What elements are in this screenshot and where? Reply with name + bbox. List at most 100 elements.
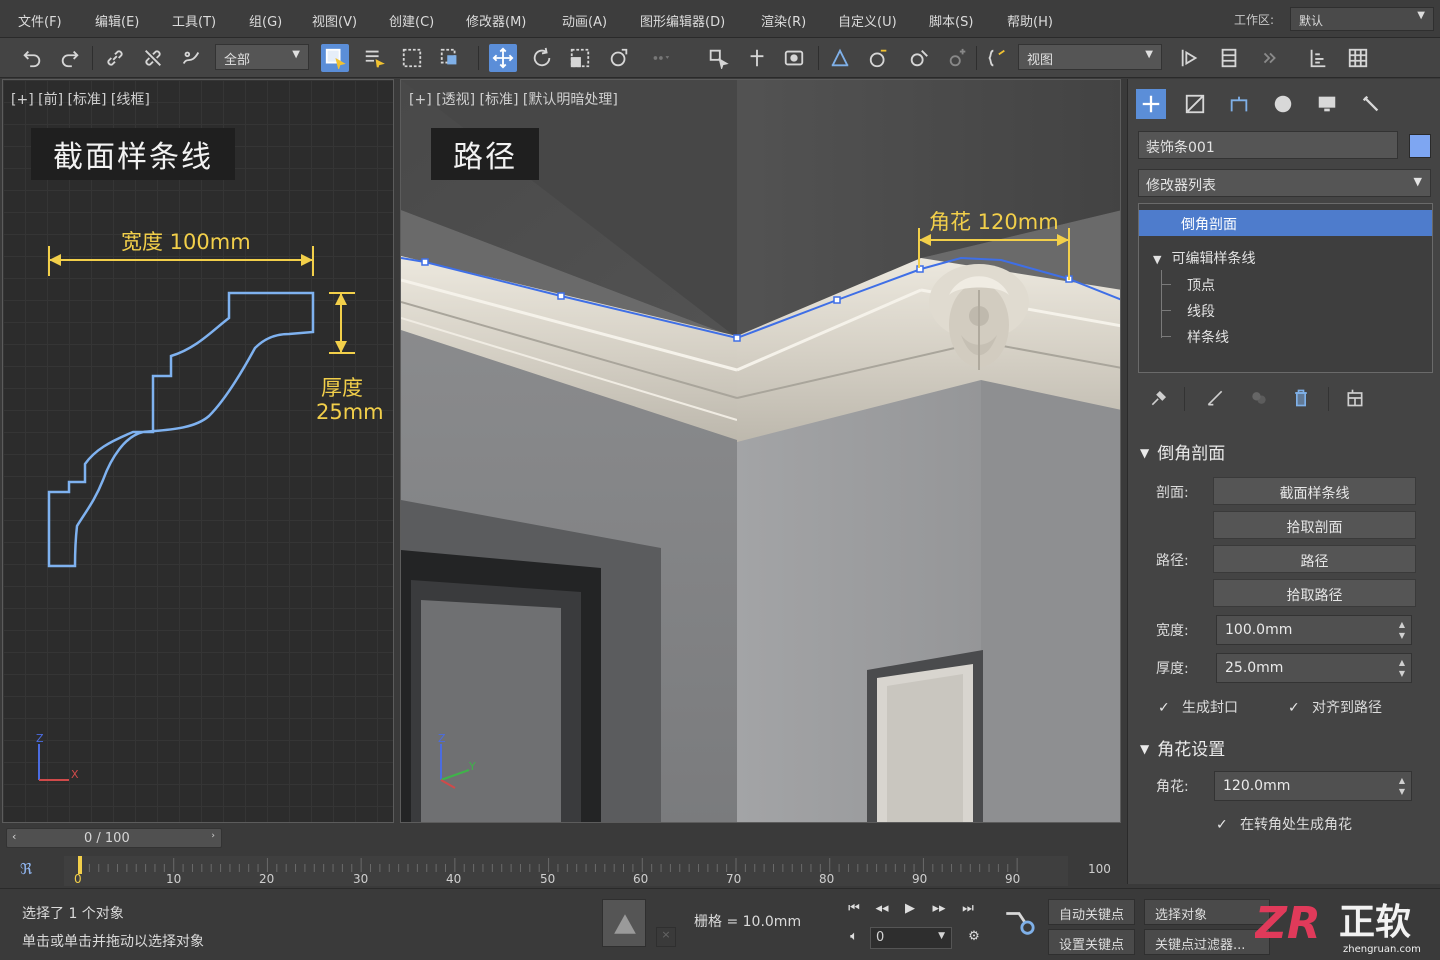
snap-toggle-icon[interactable]	[780, 44, 808, 72]
hierarchy-tab-icon[interactable]	[1224, 89, 1254, 119]
set-key-button[interactable]: 设置关键点	[1048, 929, 1136, 955]
pick-profile-button[interactable]: 拾取剖面	[1213, 511, 1416, 539]
menu-customize[interactable]: 自定义(U)	[838, 11, 897, 30]
motion-tab-icon[interactable]	[1268, 89, 1298, 119]
spinner-arrows-icon[interactable]: ▲ ▼	[1399, 619, 1405, 641]
isolate-selection-toggle[interactable]	[602, 899, 646, 947]
menu-graph-editors[interactable]: 图形编辑器(D)	[640, 11, 725, 30]
menu-group[interactable]: 组(G)	[249, 11, 282, 30]
utilities-tab-wrench-icon[interactable]	[1356, 89, 1386, 119]
scene-explorer-icon[interactable]	[1304, 44, 1332, 72]
menu-tools[interactable]: 工具(T)	[172, 11, 216, 30]
more-tools-icon[interactable]	[1256, 44, 1284, 72]
rollout-bevel-profile-header[interactable]: ▼ 倒角剖面	[1140, 439, 1432, 467]
move-icon[interactable]	[489, 44, 517, 72]
play-icon[interactable]: ▶	[898, 901, 922, 923]
previous-frame-icon[interactable]: ◂◂	[870, 901, 894, 923]
rollout-corner-header[interactable]: ▼ 角花设置	[1140, 735, 1432, 763]
bind-spacewarp-icon[interactable]	[177, 44, 205, 72]
scale-icon[interactable]	[566, 44, 594, 72]
key-selection-dropdown[interactable]: 选择对象	[1144, 899, 1270, 925]
corner-spinner[interactable]: 120.0mm ▲ ▼	[1214, 771, 1412, 801]
menu-modifiers[interactable]: 修改器(M)	[466, 11, 526, 30]
modify-tab-icon[interactable]	[1180, 89, 1210, 119]
create-tab-plus-icon[interactable]	[1136, 89, 1166, 119]
show-end-result-icon[interactable]	[1202, 385, 1228, 411]
time-config-icon[interactable]: ⚙	[962, 929, 986, 951]
object-name-field[interactable]: 装饰条001	[1138, 131, 1398, 159]
thickness-spinner[interactable]: 25.0mm ▲ ▼	[1216, 653, 1412, 683]
curve-editor-icon[interactable]: ℜ	[20, 860, 32, 878]
redo-icon[interactable]	[56, 44, 84, 72]
keyboard-shortcut-override-icon[interactable]	[743, 44, 771, 72]
angle-snap-icon[interactable]	[865, 44, 893, 72]
pin-stack-icon[interactable]	[1146, 385, 1172, 411]
workspace-select[interactable]: 默认 ▼	[1290, 7, 1434, 31]
select-by-name-icon[interactable]	[360, 44, 388, 72]
go-to-end-icon[interactable]: ⏭	[956, 901, 980, 923]
configure-modifier-sets-icon[interactable]	[1342, 385, 1368, 411]
menu-create[interactable]: 创建(C)	[389, 11, 434, 30]
rotate-icon[interactable]	[528, 44, 556, 72]
spinner-arrows-icon[interactable]: ▲ ▼	[1399, 657, 1405, 679]
select-manipulate-icon[interactable]	[704, 44, 732, 72]
select-object-icon[interactable]	[321, 44, 349, 72]
layer-explorer-icon[interactable]	[1344, 44, 1372, 72]
auto-key-button[interactable]: 自动关键点	[1048, 899, 1136, 925]
spinner-arrows-icon[interactable]: ▲ ▼	[1399, 775, 1405, 797]
stack-subobj-segment[interactable]: 线段	[1139, 297, 1432, 323]
generate-cap-checkbox[interactable]: ✓ 生成封口	[1158, 697, 1238, 717]
spinner-snap-icon[interactable]	[944, 44, 972, 72]
key-filters-button[interactable]: 关键点过滤器...	[1144, 929, 1270, 955]
menu-scripting[interactable]: 脚本(S)	[929, 11, 973, 30]
key-mode-icon[interactable]	[1002, 905, 1038, 941]
audio-icon[interactable]: 🔈︎	[842, 929, 866, 951]
stack-subobj-spline[interactable]: 样条线	[1139, 323, 1432, 349]
undo-icon[interactable]	[18, 44, 46, 72]
modifier-list-dropdown[interactable]: 修改器列表 ▼	[1138, 169, 1431, 197]
remove-modifier-trash-icon[interactable]	[1288, 385, 1314, 411]
current-frame-field[interactable]: 0 ▼	[870, 927, 952, 949]
width-spinner[interactable]: 100.0mm ▲ ▼	[1216, 615, 1412, 645]
menu-rendering[interactable]: 渲染(R)	[761, 11, 806, 30]
selection-filter-dropdown[interactable]: 全部 ▼	[215, 44, 309, 70]
go-to-start-icon[interactable]: ⏮	[842, 901, 866, 923]
make-unique-icon[interactable]	[1246, 385, 1272, 411]
timeline[interactable]: ℜ 0 10 20 30 40 50 60 70 80 90 90 100	[0, 852, 1127, 888]
display-tab-icon[interactable]	[1312, 89, 1342, 119]
percent-snap-icon[interactable]	[905, 44, 933, 72]
menu-file[interactable]: 文件(F)	[18, 11, 62, 30]
object-color-swatch[interactable]	[1409, 134, 1431, 158]
menu-views[interactable]: 视图(V)	[312, 11, 357, 30]
named-selection-icon[interactable]	[983, 44, 1011, 72]
profile-button[interactable]: 截面样条线	[1213, 477, 1416, 505]
ref-coord-dropdown[interactable]: 视图 ▼	[1018, 44, 1162, 70]
chevron-left-icon[interactable]: ‹	[12, 830, 16, 843]
unlink-icon[interactable]	[139, 44, 167, 72]
close-icon[interactable]: ×	[656, 927, 676, 947]
menu-help[interactable]: 帮助(H)	[1007, 11, 1053, 30]
perspective-viewport[interactable]: Z Y [+] [透视] [标准] [默认明暗处理] 路径 角花 120mm	[400, 79, 1121, 823]
chevron-right-icon[interactable]: ›	[211, 831, 215, 841]
stack-subobj-vertex[interactable]: 顶点	[1139, 271, 1432, 297]
front-viewport[interactable]: [+] [前] [标准] [线框] 截面样条线 Z X 宽度 100mm 厚度 …	[2, 79, 394, 823]
pivot-dropdown-icon[interactable]	[646, 44, 674, 72]
generate-corner-checkbox[interactable]: ✓ 在转角处生成角花	[1216, 814, 1352, 834]
align-icon[interactable]	[1215, 44, 1243, 72]
pick-path-button[interactable]: 拾取路径	[1213, 579, 1416, 607]
snaps-2-5-icon[interactable]	[826, 44, 854, 72]
next-frame-icon[interactable]: ▸▸	[927, 901, 951, 923]
placement-icon[interactable]	[605, 44, 633, 72]
menu-edit[interactable]: 编辑(E)	[95, 11, 139, 30]
viewport-label[interactable]: [+] [透视] [标准] [默认明暗处理]	[409, 89, 618, 109]
menu-animation[interactable]: 动画(A)	[562, 11, 607, 30]
time-slider[interactable]: ‹ 0 / 100 ›	[6, 828, 222, 848]
align-to-path-checkbox[interactable]: ✓ 对齐到路径	[1288, 697, 1382, 717]
window-crossing-icon[interactable]	[436, 44, 464, 72]
viewport-label[interactable]: [+] [前] [标准] [线框]	[11, 89, 150, 109]
rect-selection-icon[interactable]	[398, 44, 426, 72]
expand-triangle-icon[interactable]: ▼	[1153, 253, 1161, 266]
link-icon[interactable]	[101, 44, 129, 72]
path-button[interactable]: 路径	[1213, 545, 1416, 573]
stack-item-editable-spline[interactable]: ▼ 可编辑样条线	[1139, 244, 1432, 270]
